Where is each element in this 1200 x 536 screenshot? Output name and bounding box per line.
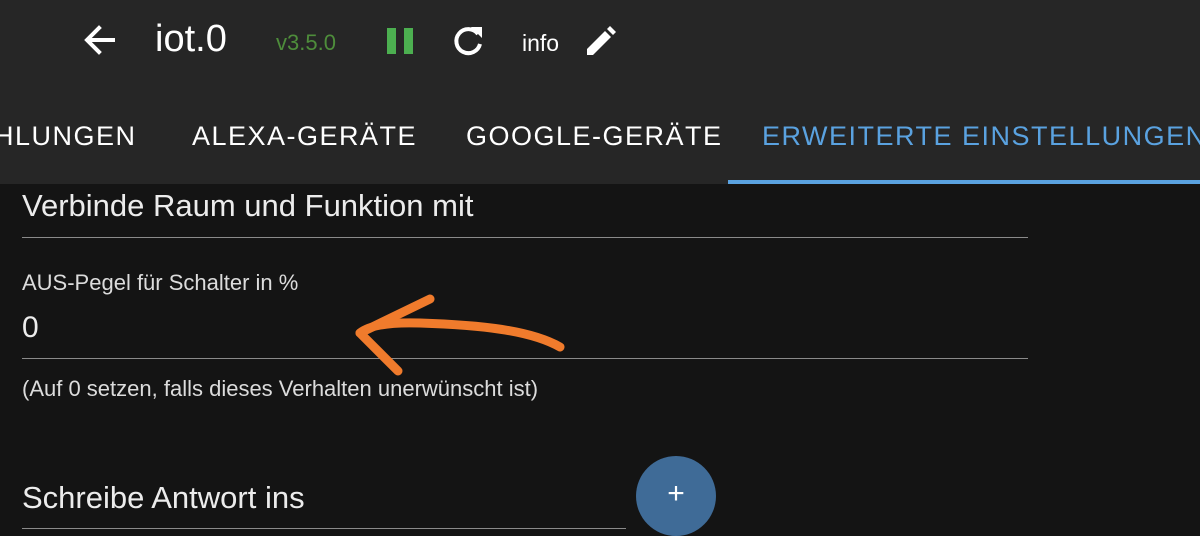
pencil-icon [587, 26, 616, 55]
response-target-field[interactable]: Schreibe Antwort ins [22, 480, 305, 516]
off-level-label: AUS-Pegel für Schalter in % [22, 270, 299, 295]
adapter-title: iot.0 [155, 18, 227, 60]
reload-button[interactable] [448, 22, 488, 62]
app-toolbar: iot.0 v3.5.0 info [0, 0, 1200, 88]
back-button[interactable] [80, 20, 120, 60]
tab-bar: HLUNGEN ALEXA-GERÄTE GOOGLE-GERÄTE ERWEI… [0, 88, 1200, 184]
back-arrow-icon [84, 25, 115, 55]
adapter-version: v3.5.0 [276, 30, 336, 55]
annotation-arrow-icon [355, 294, 565, 376]
response-target-underline [22, 528, 626, 529]
reload-icon [454, 27, 482, 56]
pause-button[interactable] [383, 24, 417, 58]
pause-icon [387, 28, 413, 54]
tab-zuordnungen[interactable]: HLUNGEN [0, 88, 137, 184]
tab-advanced-settings[interactable]: ERWEITERTE EINSTELLUNGEN [762, 88, 1200, 184]
off-level-input[interactable]: 0 [22, 311, 39, 345]
room-function-underline [22, 237, 1028, 238]
active-tab-indicator [728, 180, 1200, 184]
add-button[interactable]: + [636, 456, 716, 536]
tab-google-devices[interactable]: GOOGLE-GERÄTE [466, 88, 723, 184]
room-function-select[interactable]: Verbinde Raum und Funktion mit [22, 188, 473, 224]
edit-button[interactable] [580, 22, 620, 62]
info-label: info [522, 30, 560, 56]
tab-alexa-devices[interactable]: ALEXA-GERÄTE [192, 88, 417, 184]
plus-icon: + [667, 477, 685, 510]
